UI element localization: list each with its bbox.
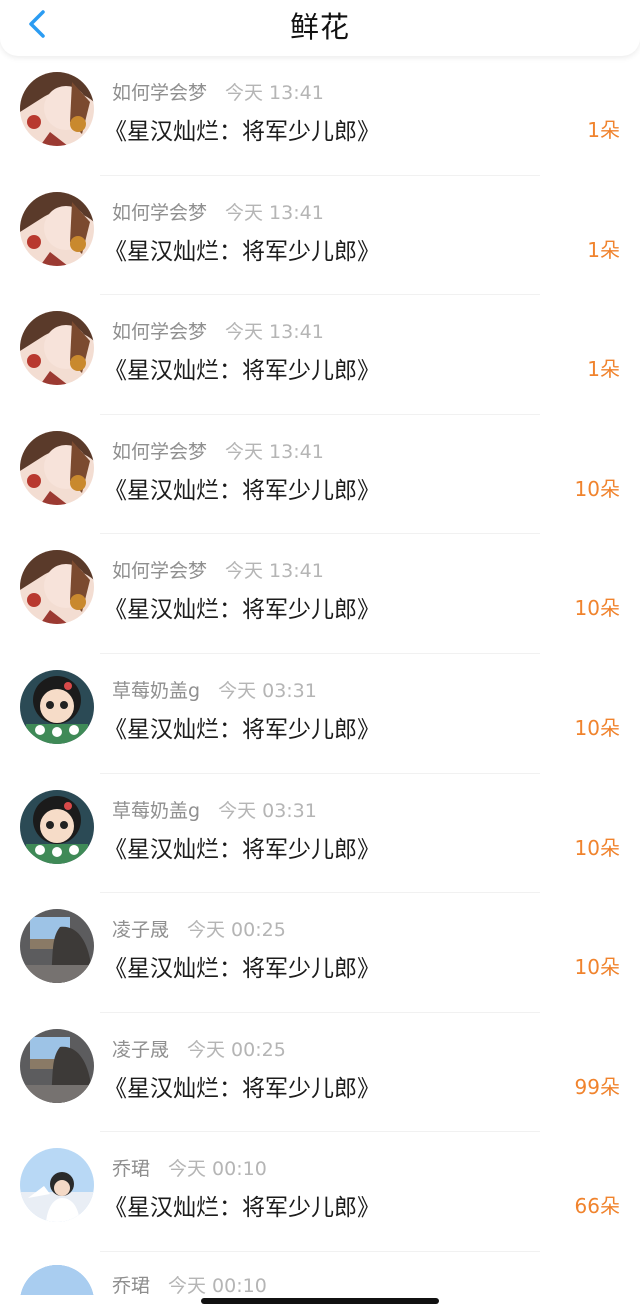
flower-count: 1朵 [587, 237, 620, 262]
user-name[interactable]: 如何学会梦 [112, 441, 207, 463]
timestamp: 今天 03:31 [218, 799, 317, 822]
avatar[interactable] [20, 191, 94, 266]
item-meta: 凌子晟 今天 00:25 [112, 1035, 286, 1062]
work-title[interactable]: 《星汉灿烂：将军少儿郎》 [104, 830, 380, 864]
work-title[interactable]: 《星汉灿烂：将军少儿郎》 [104, 351, 380, 385]
timestamp: 今天 03:31 [218, 679, 317, 702]
timestamp: 今天 13:41 [225, 440, 324, 463]
list-item[interactable]: 乔珺 今天 00:10 《星汉灿烂：将军少儿郎》 66朵 [0, 1132, 640, 1252]
user-name[interactable]: 乔珺 [112, 1275, 150, 1295]
user-name[interactable]: 如何学会梦 [112, 202, 207, 224]
flower-count: 99朵 [574, 1074, 620, 1099]
user-name[interactable]: 如何学会梦 [112, 560, 207, 582]
flower-count: 10朵 [574, 715, 620, 740]
list-item[interactable]: 草莓奶盖g 今天 03:31 《星汉灿烂：将军少儿郎》 10朵 [0, 654, 640, 774]
avatar[interactable] [20, 789, 94, 864]
user-name[interactable]: 草莓奶盖g [112, 680, 200, 702]
item-meta: 如何学会梦 今天 13:41 [112, 198, 324, 225]
item-meta: 凌子晟 今天 00:25 [112, 915, 286, 942]
timestamp: 今天 00:10 [168, 1275, 267, 1295]
item-meta: 如何学会梦 今天 13:41 [112, 78, 324, 105]
flower-record-list: 如何学会梦 今天 13:41 《星汉灿烂：将军少儿郎》 1朵 如何学会梦 今天 13:41… [0, 56, 640, 1252]
list-item[interactable]: 如何学会梦 今天 13:41 《星汉灿烂：将军少儿郎》 10朵 [0, 534, 640, 654]
avatar[interactable] [20, 909, 94, 984]
timestamp: 今天 13:41 [225, 82, 324, 104]
timestamp: 今天 00:10 [168, 1158, 267, 1181]
work-title[interactable]: 《星汉灿烂：将军少儿郎》 [104, 1188, 380, 1222]
item-meta: 草莓奶盖g 今天 03:31 [112, 676, 317, 703]
list-item[interactable]: 如何学会梦 今天 13:41 《星汉灿烂：将军少儿郎》 10朵 [0, 415, 640, 535]
user-name[interactable]: 如何学会梦 [112, 321, 207, 343]
user-name[interactable]: 凌子晟 [112, 1039, 169, 1061]
work-title[interactable]: 《星汉灿烂：将军少儿郎》 [104, 1069, 380, 1103]
timestamp: 今天 13:41 [225, 201, 324, 224]
flower-count: 10朵 [574, 596, 620, 621]
timestamp: 今天 13:41 [225, 560, 324, 583]
work-title[interactable]: 《星汉灿烂：将军少儿郎》 [104, 112, 380, 146]
item-meta: 如何学会梦 今天 13:41 [112, 317, 324, 344]
user-name[interactable]: 如何学会梦 [112, 82, 207, 104]
work-title[interactable]: 《星汉灿烂：将军少儿郎》 [104, 710, 380, 744]
user-name[interactable]: 凌子晟 [112, 919, 169, 941]
list-item[interactable]: 凌子晟 今天 00:25 《星汉灿烂：将军少儿郎》 10朵 [0, 893, 640, 1013]
user-name[interactable]: 草莓奶盖g [112, 800, 200, 822]
flower-count: 10朵 [574, 955, 620, 980]
page-title: 鲜花 [289, 10, 350, 44]
list-item[interactable]: 草莓奶盖g 今天 03:31 《星汉灿烂：将军少儿郎》 10朵 [0, 774, 640, 894]
navigation-bar: 鲜花 [0, 0, 640, 56]
flower-count: 1朵 [587, 118, 620, 142]
work-title[interactable]: 《星汉灿烂：将军少儿郎》 [104, 949, 380, 983]
user-name[interactable]: 乔珺 [112, 1158, 150, 1180]
work-title[interactable]: 《星汉灿烂：将军少儿郎》 [104, 590, 380, 624]
work-title[interactable]: 《星汉灿烂：将军少儿郎》 [104, 232, 380, 266]
avatar[interactable] [20, 550, 94, 625]
item-meta: 如何学会梦 今天 13:41 [112, 437, 324, 464]
work-title[interactable]: 《星汉灿烂：将军少儿郎》 [104, 471, 380, 505]
avatar[interactable] [20, 72, 94, 146]
flower-count: 10朵 [574, 476, 620, 501]
timestamp: 今天 00:25 [187, 1038, 286, 1061]
divider [100, 1250, 540, 1252]
list-item[interactable]: 如何学会梦 今天 13:41 《星汉灿烂：将军少儿郎》 1朵 [0, 176, 640, 296]
item-meta: 乔珺 今天 00:10 [112, 1154, 267, 1181]
avatar[interactable] [20, 1028, 94, 1103]
avatar[interactable] [20, 669, 94, 744]
home-indicator[interactable] [201, 1298, 439, 1304]
timestamp: 今天 13:41 [225, 321, 324, 344]
partial-list-item: 乔珺 今天 00:10 [0, 1255, 640, 1295]
item-meta: 草莓奶盖g 今天 03:31 [112, 796, 317, 823]
avatar[interactable] [20, 430, 94, 505]
avatar[interactable] [20, 311, 94, 386]
list-item[interactable]: 如何学会梦 今天 13:41 《星汉灿烂：将军少儿郎》 1朵 [0, 56, 640, 176]
avatar[interactable] [20, 1265, 94, 1295]
avatar[interactable] [20, 1148, 94, 1223]
item-meta: 乔珺 今天 00:10 [112, 1271, 267, 1295]
flower-count: 1朵 [587, 357, 620, 382]
flower-count: 10朵 [574, 835, 620, 860]
flower-count: 66朵 [574, 1194, 620, 1219]
list-item[interactable]: 凌子晟 今天 00:25 《星汉灿烂：将军少儿郎》 99朵 [0, 1013, 640, 1133]
list-item[interactable]: 如何学会梦 今天 13:41 《星汉灿烂：将军少儿郎》 1朵 [0, 295, 640, 415]
timestamp: 今天 00:25 [187, 919, 286, 942]
item-meta: 如何学会梦 今天 13:41 [112, 556, 324, 583]
